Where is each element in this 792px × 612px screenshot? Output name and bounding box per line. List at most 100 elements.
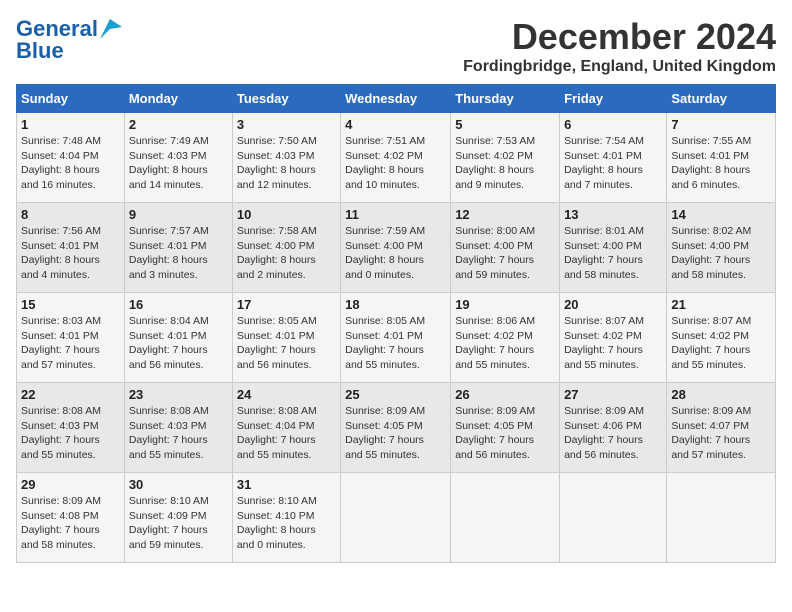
day-number: 15 (21, 297, 120, 312)
day-info: Sunrise: 8:06 AM Sunset: 4:02 PM Dayligh… (455, 314, 555, 373)
day-number: 27 (564, 387, 662, 402)
day-number: 29 (21, 477, 120, 492)
weekday-header-monday: Monday (124, 85, 232, 113)
day-number: 3 (237, 117, 336, 132)
calendar-cell: 28Sunrise: 8:09 AM Sunset: 4:07 PM Dayli… (667, 383, 776, 473)
day-info: Sunrise: 7:51 AM Sunset: 4:02 PM Dayligh… (345, 134, 446, 193)
day-number: 31 (237, 477, 336, 492)
day-number: 13 (564, 207, 662, 222)
calendar-week-row: 8Sunrise: 7:56 AM Sunset: 4:01 PM Daylig… (17, 203, 776, 293)
day-number: 30 (129, 477, 228, 492)
day-info: Sunrise: 7:54 AM Sunset: 4:01 PM Dayligh… (564, 134, 662, 193)
day-number: 1 (21, 117, 120, 132)
day-info: Sunrise: 8:08 AM Sunset: 4:04 PM Dayligh… (237, 404, 336, 463)
calendar-cell: 19 Sunrise: 8:06 AM Sunset: 4:02 PM Dayli… (451, 293, 560, 383)
calendar-week-row: 22 Sunrise: 8:08 AM Sunset: 4:03 PM Dayli… (17, 383, 776, 473)
day-info: Sunrise: 8:00 AM Sunset: 4:00 PM Dayligh… (455, 224, 555, 283)
calendar-cell: 23Sunrise: 8:08 AM Sunset: 4:03 PM Dayli… (124, 383, 232, 473)
day-info: Sunrise: 7:49 AM Sunset: 4:03 PM Dayligh… (129, 134, 228, 193)
calendar-cell: 17 Sunrise: 8:05 AM Sunset: 4:01 PM Dayli… (232, 293, 340, 383)
weekday-header-wednesday: Wednesday (341, 85, 451, 113)
day-number: 21 (671, 297, 771, 312)
calendar-cell: 9 Sunrise: 7:57 AM Sunset: 4:01 PM Daylig… (124, 203, 232, 293)
calendar-week-row: 29 Sunrise: 8:09 AM Sunset: 4:08 PM Dayli… (17, 473, 776, 563)
day-info: Sunrise: 7:53 AM Sunset: 4:02 PM Dayligh… (455, 134, 555, 193)
calendar-week-row: 1Sunrise: 7:48 AM Sunset: 4:04 PM Daylig… (17, 113, 776, 203)
calendar-cell (341, 473, 451, 563)
calendar-cell (667, 473, 776, 563)
logo-blue: Blue (16, 38, 64, 64)
calendar-cell (560, 473, 667, 563)
day-number: 12 (455, 207, 555, 222)
day-number: 17 (237, 297, 336, 312)
day-info: Sunrise: 7:59 AM Sunset: 4:00 PM Dayligh… (345, 224, 446, 283)
day-number: 20 (564, 297, 662, 312)
calendar-cell: 10 Sunrise: 7:58 AM Sunset: 4:00 PM Dayli… (232, 203, 340, 293)
location-title: Fordingbridge, England, United Kingdom (463, 58, 776, 76)
weekday-header-sunday: Sunday (17, 85, 125, 113)
calendar-cell: 7 Sunrise: 7:55 AM Sunset: 4:01 PM Daylig… (667, 113, 776, 203)
calendar-cell: 29 Sunrise: 8:09 AM Sunset: 4:08 PM Dayli… (17, 473, 125, 563)
day-number: 26 (455, 387, 555, 402)
day-info: Sunrise: 8:04 AM Sunset: 4:01 PM Dayligh… (129, 314, 228, 373)
day-info: Sunrise: 8:09 AM Sunset: 4:08 PM Dayligh… (21, 494, 120, 553)
day-info: Sunrise: 8:05 AM Sunset: 4:01 PM Dayligh… (237, 314, 336, 373)
calendar-cell: 2 Sunrise: 7:49 AM Sunset: 4:03 PM Daylig… (124, 113, 232, 203)
calendar-table: SundayMondayTuesdayWednesdayThursdayFrid… (16, 84, 776, 563)
calendar-cell (451, 473, 560, 563)
calendar-cell: 27 Sunrise: 8:09 AM Sunset: 4:06 PM Dayli… (560, 383, 667, 473)
day-info: Sunrise: 8:05 AM Sunset: 4:01 PM Dayligh… (345, 314, 446, 373)
day-number: 10 (237, 207, 336, 222)
calendar-cell: 16 Sunrise: 8:04 AM Sunset: 4:01 PM Dayli… (124, 293, 232, 383)
day-number: 22 (21, 387, 120, 402)
header: General Blue December 2024 Fordingbridge… (16, 16, 776, 76)
day-number: 6 (564, 117, 662, 132)
calendar-cell: 13Sunrise: 8:01 AM Sunset: 4:00 PM Dayli… (560, 203, 667, 293)
day-info: Sunrise: 8:09 AM Sunset: 4:06 PM Dayligh… (564, 404, 662, 463)
calendar-week-row: 15 Sunrise: 8:03 AM Sunset: 4:01 PM Dayli… (17, 293, 776, 383)
day-info: Sunrise: 8:03 AM Sunset: 4:01 PM Dayligh… (21, 314, 120, 373)
day-info: Sunrise: 7:58 AM Sunset: 4:00 PM Dayligh… (237, 224, 336, 283)
day-number: 2 (129, 117, 228, 132)
day-number: 14 (671, 207, 771, 222)
month-title: December 2024 (463, 16, 776, 58)
day-number: 16 (129, 297, 228, 312)
weekday-header-saturday: Saturday (667, 85, 776, 113)
calendar-cell: 11 Sunrise: 7:59 AM Sunset: 4:00 PM Dayli… (341, 203, 451, 293)
day-info: Sunrise: 8:10 AM Sunset: 4:10 PM Dayligh… (237, 494, 336, 553)
logo-bird-icon (100, 19, 122, 39)
weekday-header-tuesday: Tuesday (232, 85, 340, 113)
calendar-cell: 24 Sunrise: 8:08 AM Sunset: 4:04 PM Dayli… (232, 383, 340, 473)
calendar-cell: 18 Sunrise: 8:05 AM Sunset: 4:01 PM Dayli… (341, 293, 451, 383)
day-info: Sunrise: 8:10 AM Sunset: 4:09 PM Dayligh… (129, 494, 228, 553)
calendar-cell: 21Sunrise: 8:07 AM Sunset: 4:02 PM Dayli… (667, 293, 776, 383)
day-number: 7 (671, 117, 771, 132)
calendar-cell: 3 Sunrise: 7:50 AM Sunset: 4:03 PM Daylig… (232, 113, 340, 203)
day-info: Sunrise: 8:09 AM Sunset: 4:05 PM Dayligh… (455, 404, 555, 463)
calendar-cell: 6 Sunrise: 7:54 AM Sunset: 4:01 PM Daylig… (560, 113, 667, 203)
calendar-cell: 26 Sunrise: 8:09 AM Sunset: 4:05 PM Dayli… (451, 383, 560, 473)
weekday-header-thursday: Thursday (451, 85, 560, 113)
day-info: Sunrise: 7:57 AM Sunset: 4:01 PM Dayligh… (129, 224, 228, 283)
day-info: Sunrise: 8:02 AM Sunset: 4:00 PM Dayligh… (671, 224, 771, 283)
calendar-cell: 5 Sunrise: 7:53 AM Sunset: 4:02 PM Daylig… (451, 113, 560, 203)
day-number: 25 (345, 387, 446, 402)
day-info: Sunrise: 7:50 AM Sunset: 4:03 PM Dayligh… (237, 134, 336, 193)
day-number: 19 (455, 297, 555, 312)
calendar-cell: 31 Sunrise: 8:10 AM Sunset: 4:10 PM Dayli… (232, 473, 340, 563)
calendar-cell: 15 Sunrise: 8:03 AM Sunset: 4:01 PM Dayli… (17, 293, 125, 383)
day-info: Sunrise: 8:08 AM Sunset: 4:03 PM Dayligh… (129, 404, 228, 463)
calendar-cell: 12 Sunrise: 8:00 AM Sunset: 4:00 PM Dayli… (451, 203, 560, 293)
day-number: 28 (671, 387, 771, 402)
day-number: 9 (129, 207, 228, 222)
day-number: 18 (345, 297, 446, 312)
day-number: 5 (455, 117, 555, 132)
title-area: December 2024 Fordingbridge, England, Un… (463, 16, 776, 76)
day-number: 4 (345, 117, 446, 132)
calendar-cell: 22Sunrise: 8:08 AM Sunset: 4:03 PM Dayli… (17, 383, 125, 473)
calendar-cell: 25Sunrise: 8:09 AM Sunset: 4:05 PM Dayli… (341, 383, 451, 473)
day-number: 24 (237, 387, 336, 402)
day-number: 8 (21, 207, 120, 222)
day-info: Sunrise: 7:55 AM Sunset: 4:01 PM Dayligh… (671, 134, 771, 193)
day-number: 11 (345, 207, 446, 222)
